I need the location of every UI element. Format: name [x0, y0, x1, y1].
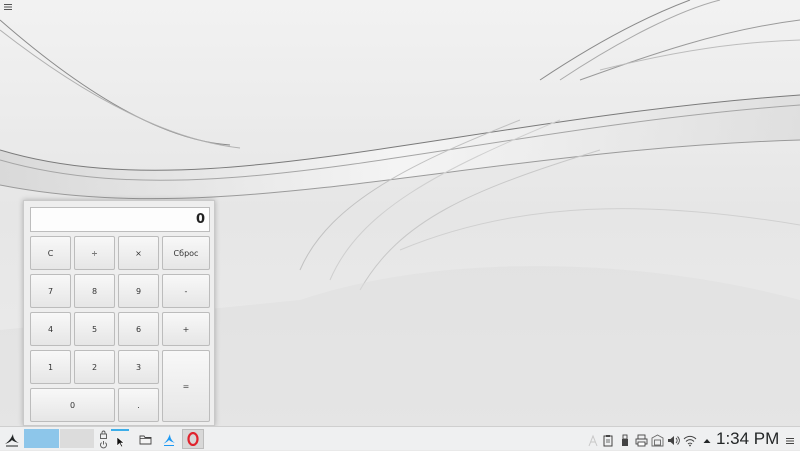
- wifi-icon[interactable]: [683, 432, 697, 447]
- key-minus[interactable]: -: [162, 274, 210, 308]
- key-4[interactable]: 4: [30, 312, 71, 346]
- key-decimal[interactable]: .: [118, 388, 159, 422]
- virtual-desktop-2[interactable]: [60, 429, 94, 448]
- clock[interactable]: 1:34 PM: [716, 428, 779, 450]
- key-3[interactable]: 3: [118, 350, 159, 384]
- usb-icon[interactable]: [619, 432, 631, 446]
- key-0[interactable]: 0: [30, 388, 115, 422]
- calculator-display: 0: [30, 207, 210, 232]
- active-task[interactable]: [111, 429, 129, 449]
- key-2[interactable]: 2: [74, 350, 115, 384]
- key-9[interactable]: 9: [118, 274, 159, 308]
- key-5[interactable]: 5: [74, 312, 115, 346]
- key-equals[interactable]: =: [162, 350, 210, 422]
- expand-arrow-icon[interactable]: [702, 432, 714, 445]
- volume-icon[interactable]: [667, 432, 680, 445]
- calculator-widget: 0 C ÷ × Сброс 7 8 9 - 4 5 6 + 1 2 3 = 0 …: [23, 200, 215, 426]
- key-6[interactable]: 6: [118, 312, 159, 346]
- input-icon[interactable]: [587, 432, 599, 447]
- power-icon[interactable]: [97, 439, 109, 449]
- panel-menu-icon[interactable]: [784, 432, 796, 445]
- key-plus[interactable]: +: [162, 312, 210, 346]
- vault-icon[interactable]: [651, 432, 664, 447]
- taskbar: 1:34 PM: [0, 426, 800, 450]
- key-1[interactable]: 1: [30, 350, 71, 384]
- desktop-menu-icon[interactable]: [2, 1, 14, 13]
- clipboard-icon[interactable]: [602, 432, 614, 447]
- key-multiply[interactable]: ×: [118, 236, 159, 270]
- printer-icon[interactable]: [635, 432, 648, 447]
- key-7[interactable]: 7: [30, 274, 71, 308]
- key-reset[interactable]: Сброс: [162, 236, 210, 270]
- kde-app-icon[interactable]: [160, 430, 178, 448]
- opera-icon[interactable]: [182, 429, 204, 449]
- folder-icon[interactable]: [136, 430, 154, 448]
- virtual-desktop-1[interactable]: [24, 429, 59, 448]
- key-clear[interactable]: C: [30, 236, 71, 270]
- key-divide[interactable]: ÷: [74, 236, 115, 270]
- key-8[interactable]: 8: [74, 274, 115, 308]
- lock-icon[interactable]: [97, 429, 109, 439]
- kde-launcher-icon[interactable]: [2, 429, 22, 449]
